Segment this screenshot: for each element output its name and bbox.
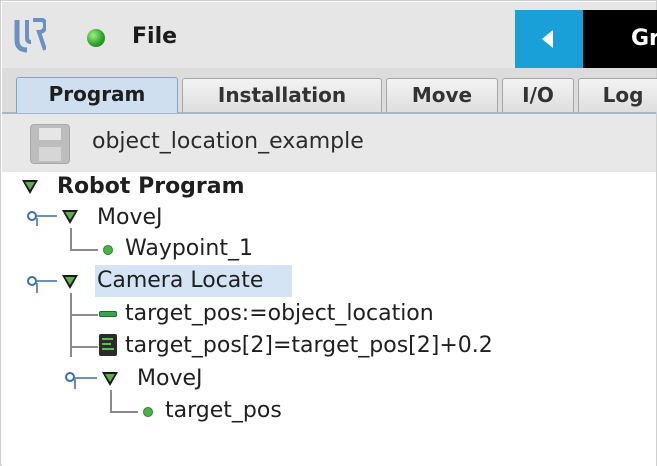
tree-connector [74,379,76,389]
assignment-icon [99,311,117,317]
file-menu[interactable]: File [132,24,177,49]
tab-bar: Program Installation Move I/O Log [2,68,657,114]
tree-knob-icon[interactable] [27,276,37,286]
tree-node-camera-locate[interactable]: Camera Locate [97,268,263,293]
tree-knob-icon[interactable] [27,211,37,221]
program-tree: Robot Program MoveJ Waypoint_1 Camera Lo… [2,172,656,466]
tree-connector [36,283,38,293]
tab-log[interactable]: Log [578,78,657,112]
right-panel-text: Gr [631,26,657,51]
tree-connector [37,280,57,282]
tab-io[interactable]: I/O [502,78,574,112]
tree-connector [110,390,112,412]
tree-connector [70,314,98,316]
expand-triangle-icon[interactable] [62,275,78,289]
save-disk-label [39,147,61,161]
tree-node-movej[interactable]: MoveJ [97,205,162,230]
waypoint-dot-icon [103,245,113,255]
tree-node-robot-program[interactable]: Robot Program [57,174,245,199]
tree-node-script[interactable]: target_pos[2]=target_pos[2]+0.2 [125,333,493,358]
tree-connector [36,218,38,226]
save-disk-icon[interactable] [30,124,70,164]
program-name: object_location_example [92,129,364,154]
tab-installation[interactable]: Installation [182,78,382,112]
script-icon [99,334,117,356]
tree-connector [37,215,57,217]
tree-connector [70,228,72,250]
ur-logo-icon [14,18,46,53]
app-window: File Gr Program Installation Move I/O Lo… [0,0,657,466]
back-button[interactable] [515,10,583,68]
tree-connector [110,411,138,413]
back-arrow-icon [542,30,553,48]
tree-connector [70,346,98,348]
expand-triangle-icon[interactable] [62,210,78,224]
tree-knob-icon[interactable] [65,372,75,382]
tab-program[interactable]: Program [16,77,178,113]
top-bar: File Gr [2,2,657,68]
globe-status-icon [87,29,105,47]
save-disk-shutter [39,128,61,140]
tree-node-assignment[interactable]: target_pos:=object_location [125,301,434,326]
tree-node-waypoint[interactable]: Waypoint_1 [125,236,253,261]
tree-connector [75,377,97,379]
tab-move[interactable]: Move [386,78,498,112]
waypoint-dot-icon [143,407,153,417]
tree-connector [70,249,98,251]
expand-triangle-icon[interactable] [22,180,38,194]
right-panel: Gr [583,10,657,68]
tree-node-target-pos[interactable]: target_pos [165,398,282,423]
tree-node-movej-2[interactable]: MoveJ [137,366,202,391]
program-header: object_location_example [2,114,656,172]
expand-triangle-icon[interactable] [102,372,118,386]
